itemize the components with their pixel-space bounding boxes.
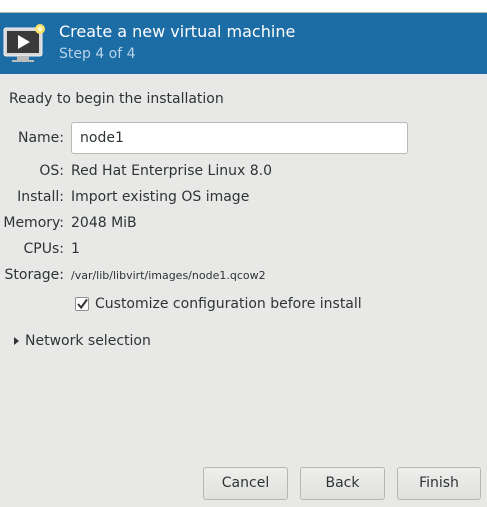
memory-value: 2048 MiB xyxy=(71,215,137,231)
network-selection-label: Network selection xyxy=(25,333,151,349)
os-value: Red Hat Enterprise Linux 8.0 xyxy=(71,163,272,179)
new-vm-wizard-window: Create a new virtual machine Step 4 of 4… xyxy=(0,0,487,507)
storage-path-value: /var/lib/libvirt/images/node1.qcow2 xyxy=(71,269,266,282)
vm-name-input[interactable]: node1 xyxy=(71,122,408,154)
ready-message: Ready to begin the installation xyxy=(9,91,224,107)
wizard-header: Create a new virtual machine Step 4 of 4 xyxy=(0,13,487,74)
install-value: Import existing OS image xyxy=(71,189,250,205)
virtual-machine-wizard-icon xyxy=(3,23,49,65)
storage-label: Storage: xyxy=(4,267,65,283)
checkmark-icon xyxy=(77,298,88,310)
customize-config-label: Customize configuration before install xyxy=(95,296,362,312)
finish-button[interactable]: Finish xyxy=(397,467,481,500)
wizard-title: Create a new virtual machine xyxy=(59,22,296,41)
memory-label: Memory: xyxy=(3,215,64,231)
expander-arrow-icon xyxy=(14,337,19,345)
customize-config-checkbox[interactable] xyxy=(75,297,89,311)
cancel-button[interactable]: Cancel xyxy=(203,467,288,500)
back-button[interactable]: Back xyxy=(300,467,385,500)
os-label: OS: xyxy=(39,163,64,179)
cpus-value: 1 xyxy=(71,241,80,257)
install-label: Install: xyxy=(17,189,64,205)
wizard-step-indicator: Step 4 of 4 xyxy=(59,46,136,62)
network-selection-expander[interactable]: Network selection xyxy=(14,332,151,350)
name-label: Name: xyxy=(17,130,64,146)
customize-config-option[interactable]: Customize configuration before install xyxy=(75,295,362,313)
title-bar-edge xyxy=(0,0,487,13)
cpus-label: CPUs: xyxy=(23,241,64,257)
